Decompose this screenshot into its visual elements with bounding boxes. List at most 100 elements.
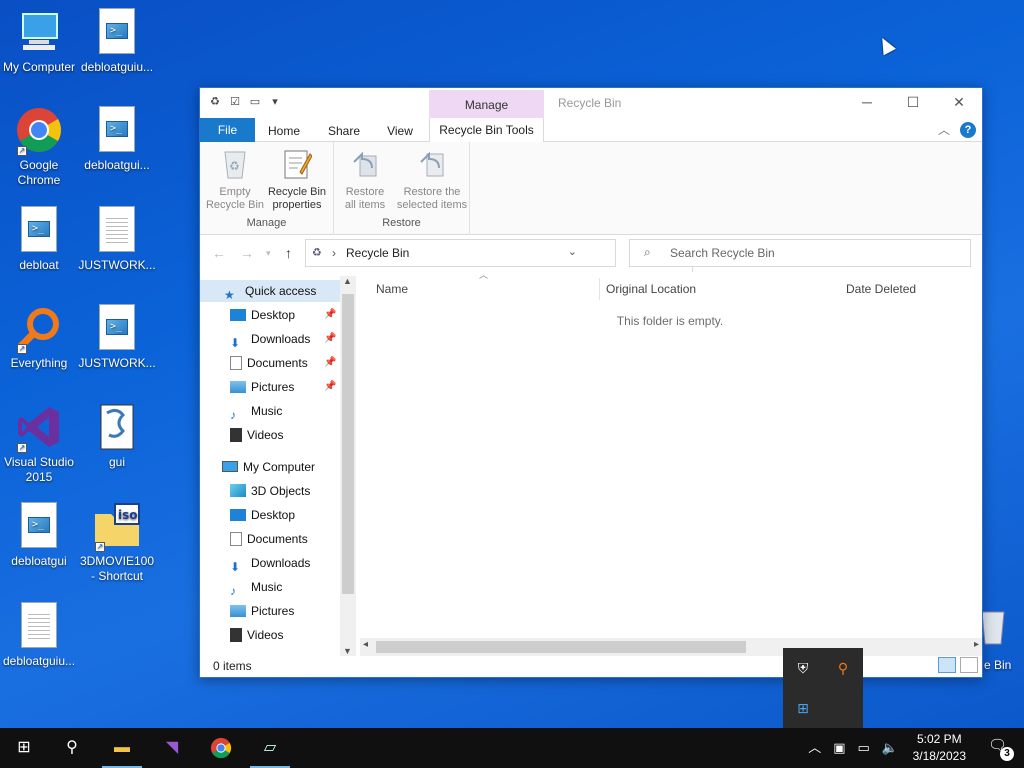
- desktop-icon-my-computer[interactable]: My Computer: [0, 8, 79, 75]
- desktop-icon-justwork-script[interactable]: >_ JUSTWORK...: [77, 304, 157, 371]
- desktop-icon-google-chrome[interactable]: ↗ Google Chrome: [0, 106, 79, 188]
- status-bar: 0 items: [200, 655, 982, 677]
- desktop-icon-debloatguiu-text[interactable]: debloatguiu...: [0, 602, 79, 669]
- desktop-icon-debloatguiu[interactable]: >_ debloatguiu...: [77, 8, 157, 75]
- nav-item-pc-desktop[interactable]: Desktop: [230, 504, 295, 526]
- scroll-up-icon[interactable]: ▲: [343, 276, 352, 286]
- horizontal-scrollbar[interactable]: ◂ ▸: [360, 638, 982, 656]
- scrollbar-thumb[interactable]: [342, 294, 354, 594]
- nav-item-3d-objects[interactable]: 3D Objects: [230, 480, 310, 502]
- nav-item-quick-access[interactable]: ★ Quick access: [200, 280, 340, 302]
- nav-item-pc-documents[interactable]: Documents: [230, 528, 308, 550]
- nav-label: Downloads: [251, 332, 311, 346]
- nav-item-pc-videos[interactable]: Videos: [230, 624, 283, 646]
- empty-recycle-bin-button[interactable]: ♻ Empty Recycle Bin: [204, 148, 266, 212]
- window-title: Recycle Bin: [558, 96, 622, 110]
- nav-item-pc-music[interactable]: ♪ Music: [230, 576, 282, 598]
- network-icon[interactable]: ▣: [833, 728, 845, 768]
- desktop-icon-visual-studio[interactable]: ↗ Visual Studio 2015: [0, 403, 79, 485]
- nav-item-desktop[interactable]: Desktop: [230, 304, 295, 326]
- desktop-icon-debloat[interactable]: >_ debloat: [0, 206, 79, 273]
- nav-item-pc-downloads[interactable]: ⬇ Downloads: [230, 552, 310, 574]
- tab-file[interactable]: File: [200, 118, 255, 142]
- nav-item-music[interactable]: ♪ Music: [230, 400, 282, 422]
- search-box[interactable]: ⌕ Search Recycle Bin: [629, 239, 971, 267]
- pin-icon[interactable]: 📌: [324, 381, 336, 392]
- nav-item-downloads[interactable]: ⬇ Downloads: [230, 328, 310, 350]
- restore-all-items-button[interactable]: Restore all items: [334, 148, 396, 212]
- address-bar[interactable]: ♻ › Recycle Bin ⌄ ↻: [305, 239, 713, 272]
- nav-label: Desktop: [251, 308, 296, 322]
- address-dropdown-icon[interactable]: ⌄: [568, 245, 577, 258]
- pin-icon[interactable]: 📌: [324, 333, 336, 344]
- restore-selected-items-button[interactable]: Restore the selected items: [392, 148, 472, 212]
- desktop-icon-debloatgui-2[interactable]: >_ debloatgui: [0, 502, 79, 569]
- scroll-left-icon[interactable]: ◂: [363, 639, 368, 650]
- nav-label: 3D Objects: [251, 484, 311, 498]
- recycle-bin-small-icon: ♻: [312, 247, 322, 259]
- clock[interactable]: 5:02 PM 3/18/2023: [913, 731, 966, 765]
- qat-dropdown-icon[interactable]: ▾: [268, 95, 282, 109]
- close-button[interactable]: ✕: [936, 88, 982, 116]
- pin-icon[interactable]: 📌: [324, 309, 336, 320]
- everything-search-icon[interactable]: ⚲: [831, 656, 855, 680]
- forward-arrow-icon[interactable]: →: [240, 245, 254, 261]
- scroll-right-icon[interactable]: ▸: [974, 639, 979, 650]
- tab-share[interactable]: Share: [322, 120, 366, 142]
- volume-icon[interactable]: 🔈: [882, 728, 898, 768]
- nav-item-pc-pictures[interactable]: Pictures: [230, 600, 294, 622]
- desktop-icon-justwork-text[interactable]: JUSTWORK...: [77, 206, 157, 273]
- start-button[interactable]: ⊞: [0, 728, 48, 768]
- collapse-ribbon-icon[interactable]: ︿: [938, 121, 950, 138]
- desktop-icon-label: debloatguiu...: [2, 654, 76, 668]
- powershell-script-icon[interactable]: ▱: [246, 728, 294, 768]
- shortcut-arrow-icon: ↗: [17, 443, 27, 453]
- nav-item-documents[interactable]: Documents: [230, 352, 308, 374]
- help-icon[interactable]: ?: [960, 121, 976, 138]
- desktop-icon-label: debloatgui...: [84, 158, 150, 172]
- tab-home[interactable]: Home: [262, 120, 306, 142]
- column-header-original-location[interactable]: Original Location: [606, 278, 696, 300]
- scrollbar-thumb[interactable]: [376, 641, 746, 653]
- desktop-icon-gui[interactable]: gui: [77, 403, 157, 470]
- nav-item-pictures[interactable]: Pictures: [230, 376, 294, 398]
- windows-logo-icon[interactable]: ⊞: [791, 696, 815, 720]
- visual-studio-icon[interactable]: ◥: [148, 728, 196, 768]
- nav-pane-scrollbar[interactable]: ▲ ▼: [340, 276, 356, 656]
- security-shield-icon[interactable]: ⛨: [791, 656, 815, 680]
- minimize-button[interactable]: ─: [844, 88, 890, 116]
- desktop-folder-icon: [230, 508, 246, 521]
- column-header-name[interactable]: Name: [376, 278, 408, 300]
- up-arrow-icon[interactable]: ↑: [285, 245, 292, 261]
- recycle-bin-properties-button[interactable]: Recycle Bin properties: [266, 148, 328, 212]
- file-explorer-icon[interactable]: ▬: [98, 728, 146, 768]
- nav-item-videos[interactable]: Videos: [230, 424, 283, 446]
- desktop-icon-everything[interactable]: ↗ Everything: [0, 304, 79, 371]
- recent-locations-icon[interactable]: ▾: [266, 248, 271, 259]
- search-icon[interactable]: ⚲: [48, 728, 96, 768]
- details-view-icon[interactable]: [938, 657, 956, 673]
- text-file-icon: [15, 602, 63, 650]
- column-header-date-deleted[interactable]: Date Deleted: [846, 278, 916, 300]
- maximize-button[interactable]: ☐: [890, 88, 936, 116]
- search-placeholder: Search Recycle Bin: [670, 246, 775, 260]
- tab-view[interactable]: View: [378, 120, 422, 142]
- notification-center-button[interactable]: 🗨 3: [988, 736, 1014, 761]
- monitor-icon[interactable]: ▭: [858, 728, 870, 768]
- desktop-icon-3dmovie-shortcut[interactable]: iso ↗ 3DMOVIE100 - Shortcut: [77, 502, 157, 584]
- explorer-window: ♻ ☑ ▭ ▾ Manage Recycle Bin ─ ☐ ✕ File Ho…: [199, 87, 983, 678]
- new-folder-qat-icon[interactable]: ▭: [248, 95, 262, 109]
- tab-recycle-bin-tools[interactable]: Recycle Bin Tools: [429, 118, 544, 143]
- desktop-icon-debloatgui[interactable]: >_ debloatgui...: [77, 106, 157, 173]
- show-hidden-icons-chevron-icon[interactable]: ︿: [808, 728, 821, 768]
- column-divider[interactable]: [599, 278, 600, 300]
- nav-item-my-computer[interactable]: My Computer: [222, 456, 315, 478]
- film-strip-icon: [230, 627, 242, 642]
- chrome-icon[interactable]: [197, 728, 245, 768]
- pin-icon[interactable]: 📌: [324, 357, 336, 368]
- large-icons-view-icon[interactable]: [960, 657, 978, 673]
- ribbon-group-label-restore: Restore: [382, 217, 421, 229]
- properties-qat-icon[interactable]: ☑: [228, 95, 242, 109]
- back-arrow-icon[interactable]: ←: [212, 245, 226, 261]
- downloads-arrow-icon: ⬇: [230, 559, 241, 574]
